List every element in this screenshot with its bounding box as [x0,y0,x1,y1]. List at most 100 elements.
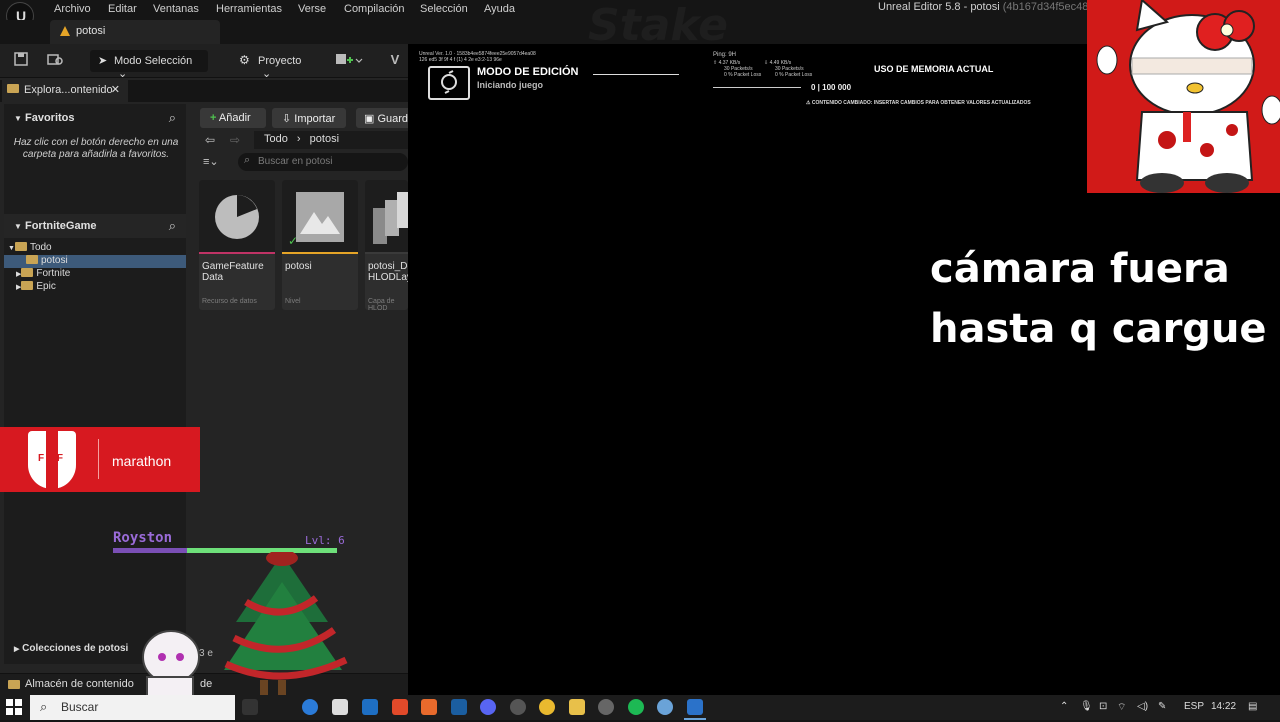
taskbar-search-box[interactable]: ⌕ Buscar [30,695,235,720]
fpf-letters: FPF [38,453,66,464]
favorites-header[interactable]: ▼ Favoritos [14,112,75,124]
add-actor-icon[interactable] [334,52,364,68]
menu-herramientas[interactable]: Herramientas [216,3,282,15]
memory-usage-value: 0 | 100 000 [811,83,852,92]
folder-icon [8,680,20,689]
asset-type-bar [282,252,358,254]
breadcrumb-current[interactable]: potosi [310,133,339,145]
pen-icon[interactable]: ✎ [1158,701,1166,712]
chevron-up-icon[interactable]: ⌃ [1060,701,1068,712]
verse-icon[interactable]: V [386,52,404,68]
filter-icon[interactable]: ≡⌄ [203,155,219,168]
version-line-2: 126 ed5 3f 9f 4 f (1) 4 2e e3:2-13 96e [419,57,502,63]
folder-icon [21,281,34,290]
collections-header[interactable]: ▶ Colecciones de potosi [14,643,128,654]
memory-bar [713,87,801,88]
store-icon[interactable] [332,699,348,715]
edge-icon[interactable] [302,699,318,715]
tree-item-label: Fortnite [36,268,71,279]
menu-editar[interactable]: Editar [108,3,137,15]
folder-icon [26,255,38,264]
fortnite-editor-icon[interactable] [687,699,703,715]
window-title-text: Unreal Editor 5.8 - potosi [878,1,1000,13]
discord-icon[interactable] [480,699,496,715]
chrome-icon[interactable] [539,699,555,715]
tree-item-epic[interactable]: ▶ Epic [16,281,56,294]
folder-icon [14,242,27,251]
add-button[interactable]: + Añadir [200,108,266,128]
save-icon: ▣ [364,113,375,125]
project-dropdown[interactable]: ⚙ Proyecto ⌄ [236,50,316,80]
tree-item-fortnite[interactable]: ▶ Fortnite [16,268,70,281]
volume-icon[interactable]: ◁) [1137,701,1148,712]
asset-tile[interactable]: potosi_De HLODLay Capa de HLOD [365,180,408,310]
warning-icon: ⚠ [806,100,811,106]
unreal-taskbar-icon[interactable] [657,699,673,715]
edit-mode-monitor-icon [428,66,470,100]
content-browser-tab[interactable]: Explora...ontenido ✕ [2,80,128,102]
asset-type: Capa de HLOD [368,298,395,310]
favorites-hint: Haz clic con el botón derecho en una car… [13,137,179,160]
task-view-icon[interactable] [242,699,258,715]
search-icon[interactable]: ⌕ [169,218,176,234]
save-all-button[interactable]: ▣ Guardar [356,108,408,128]
tree-item-todo[interactable]: ▼ Todo [8,242,52,255]
asset-tile[interactable]: GameFeature Data Recurso de datos [199,180,275,310]
content-drawer-tab-bar: Explora...ontenido ✕ [0,80,408,102]
menu-ayuda[interactable]: Ayuda [484,3,515,15]
selection-mode-dropdown[interactable]: ➤ Modo Selección ⌄ [90,50,208,80]
chevron-right-icon: ▶ [14,646,20,653]
microphone-icon[interactable]: 🎙 [1080,701,1093,712]
search-icon[interactable]: ⌕ [169,110,176,126]
edit-mode-divider [593,74,679,75]
search-icon: ⌕ [40,699,48,714]
clock[interactable]: 14:22 [1211,701,1236,712]
import-button-label: Importar [294,113,336,125]
obs-icon[interactable] [510,699,526,715]
asset-tile[interactable]: ✓ potosi Nivel [282,180,358,310]
file-explorer-icon[interactable] [569,699,585,715]
level-tab[interactable]: potosi [50,20,220,44]
network-icon[interactable]: ⊡ [1099,701,1107,712]
asset-type: Nivel [285,298,301,305]
back-arrow-icon[interactable]: ⇦ [205,133,215,147]
asset-name: potosi [285,261,312,272]
windows-start-icon[interactable] [6,699,22,715]
project-header[interactable]: ▼ FortniteGame [14,220,97,232]
caption-line-1: cámara fuera [930,246,1230,292]
menu-archivo[interactable]: Archivo [54,3,91,15]
menu-seleccion[interactable]: Selección [420,3,468,15]
asset-name: potosi_De HLODLay [368,261,408,283]
tree-item-label: Todo [29,242,52,253]
add-button-label: Añadir [218,112,251,124]
spotify-icon[interactable] [628,699,644,715]
menu-verse[interactable]: Verse [298,3,326,15]
menu-ventanas[interactable]: Ventanas [153,3,199,15]
data-asset-thumbnail [199,180,275,254]
outlook-icon[interactable] [362,699,378,715]
asset-type-bar [365,252,408,254]
asset-search-input[interactable]: ⌕ Buscar en potosi [238,153,408,171]
app-icon[interactable] [421,699,437,715]
favorites-title: Favoritos [24,112,75,124]
save-icon[interactable] [12,52,30,68]
sponsor-label: marathon [112,453,172,469]
hello-kitty-overlay-image [1087,0,1280,193]
project-label: Proyecto [258,55,302,67]
import-button[interactable]: ⇩ Importar [272,108,346,128]
tree-item-potosi[interactable]: potosi [4,255,186,268]
breadcrumb-root[interactable]: Todo [264,133,288,145]
asset-type: Recurso de datos [202,298,257,305]
visual-studio-icon[interactable] [451,699,467,715]
wifi-icon[interactable]: ⌔ [1117,701,1126,714]
menu-compilacion[interactable]: Compilación [344,3,405,15]
close-icon[interactable]: ✕ [111,83,120,96]
memory-warning-text: CONTENIDO CAMBIADO: INSERTAR CAMBIOS PAR… [811,100,1031,106]
notifications-icon[interactable]: ▤ [1248,701,1257,712]
steam-icon[interactable] [598,699,614,715]
language-indicator[interactable]: ESP [1184,701,1204,712]
brave-icon[interactable] [392,699,408,715]
forward-arrow-icon[interactable]: ⇨ [230,133,240,147]
browse-icon[interactable] [46,52,64,68]
memory-usage-title: USO DE MEMORIA ACTUAL [874,64,994,74]
